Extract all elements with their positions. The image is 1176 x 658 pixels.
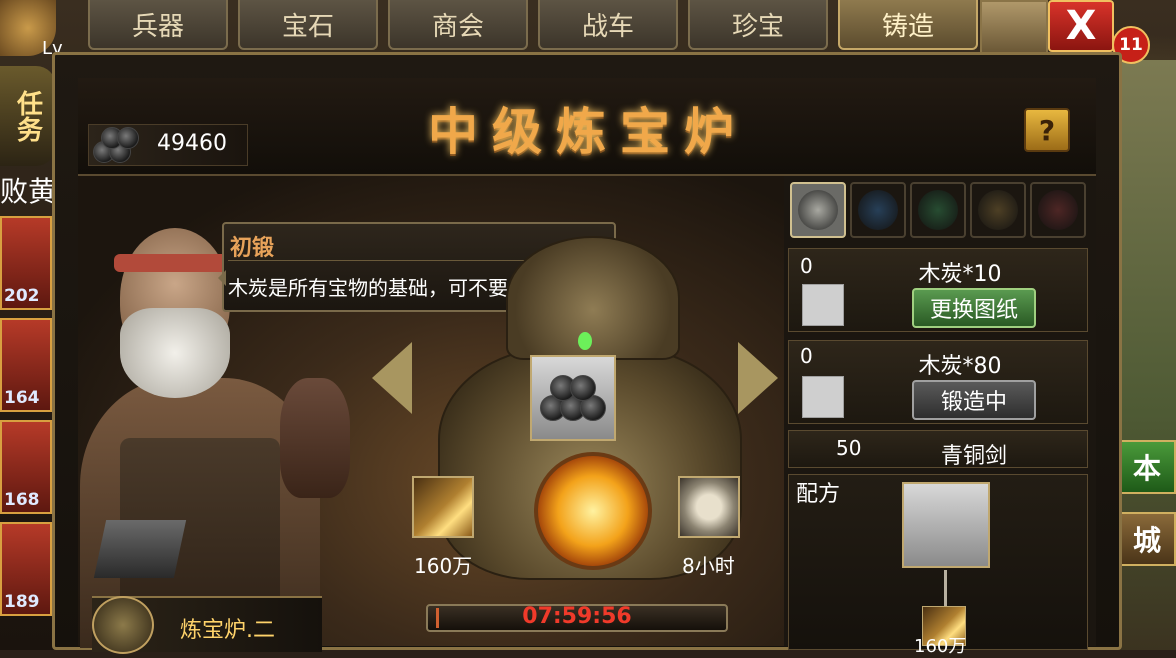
cost-silver: 160万: [414, 554, 473, 578]
prev-arrow-icon[interactable]: [372, 342, 412, 414]
tab-treasure[interactable]: 珍宝: [688, 0, 828, 50]
furnace-name: 炼宝炉.二: [180, 618, 275, 643]
city-building-icon[interactable]: [980, 0, 1048, 54]
recipe-owned-count: 0: [800, 344, 813, 368]
gem-filter-row: [790, 182, 1086, 238]
help-button[interactable]: ?: [1024, 108, 1070, 152]
city-button[interactable]: 城: [1118, 512, 1176, 566]
hero-card[interactable]: 202: [0, 216, 52, 310]
charcoal-icon: [802, 376, 844, 418]
hero-level: 168: [4, 490, 40, 510]
furnace-glow[interactable]: [534, 452, 652, 570]
recipe-name: 青铜剑: [940, 444, 1007, 469]
speaker-name: 初锻: [230, 236, 275, 261]
tab-gems[interactable]: 宝石: [238, 0, 378, 50]
recipe-name: 木炭*80: [918, 354, 1002, 379]
charcoal-counter: 49460: [88, 124, 248, 166]
tab-guild[interactable]: 商会: [388, 0, 528, 50]
formula-connector: [944, 570, 947, 606]
change-blueprint-button[interactable]: 更换图纸: [912, 288, 1036, 328]
gem-filter-icon[interactable]: [910, 182, 966, 238]
hero-level: 164: [4, 388, 40, 408]
tab-weapons[interactable]: 兵器: [88, 0, 228, 50]
formula-result-slot[interactable]: [902, 482, 990, 568]
formula-cost: 160万: [914, 636, 967, 657]
recipe-owned-count: 0: [800, 254, 813, 278]
hero-card[interactable]: 189: [0, 522, 52, 616]
gem-filter-icon[interactable]: [1030, 182, 1086, 238]
forge-item-slot[interactable]: [530, 355, 616, 441]
recipe-owned-count: 50: [836, 436, 862, 460]
hero-card[interactable]: 168: [0, 420, 52, 514]
anvil: [93, 520, 187, 578]
tab-forge[interactable]: 铸造: [838, 0, 978, 50]
charcoal-icon: [802, 284, 844, 326]
charcoal-count: 49460: [157, 131, 227, 156]
charcoal-icon: [540, 371, 610, 427]
tab-chariot[interactable]: 战车: [538, 0, 678, 50]
top-tab-bar: 兵器 宝石 商会 战车 珍宝 铸造: [88, 0, 978, 52]
formula-label: 配方: [796, 482, 841, 507]
home-button[interactable]: 本: [1118, 440, 1176, 494]
gem-filter-icon[interactable]: [970, 182, 1026, 238]
hero-level: 189: [4, 592, 40, 612]
close-button[interactable]: X: [1048, 0, 1114, 52]
gem-filter-icon[interactable]: [790, 182, 846, 238]
recipe-name: 木炭*10: [918, 262, 1002, 287]
quest-text[interactable]: 败黄: [0, 170, 56, 210]
next-arrow-icon[interactable]: [738, 342, 778, 414]
furnace-emblem-icon[interactable]: [92, 596, 154, 654]
cost-time: 8小时: [682, 554, 735, 578]
hero-level: 202: [4, 286, 40, 306]
hero-card[interactable]: 164: [0, 318, 52, 412]
gold-bars-icon[interactable]: [412, 476, 474, 538]
sundial-icon[interactable]: [678, 476, 740, 538]
forging-button[interactable]: 锻造中: [912, 380, 1036, 420]
forge-timer: 07:59:56: [522, 604, 632, 629]
charcoal-icon: [93, 127, 149, 163]
gem-filter-icon[interactable]: [850, 182, 906, 238]
